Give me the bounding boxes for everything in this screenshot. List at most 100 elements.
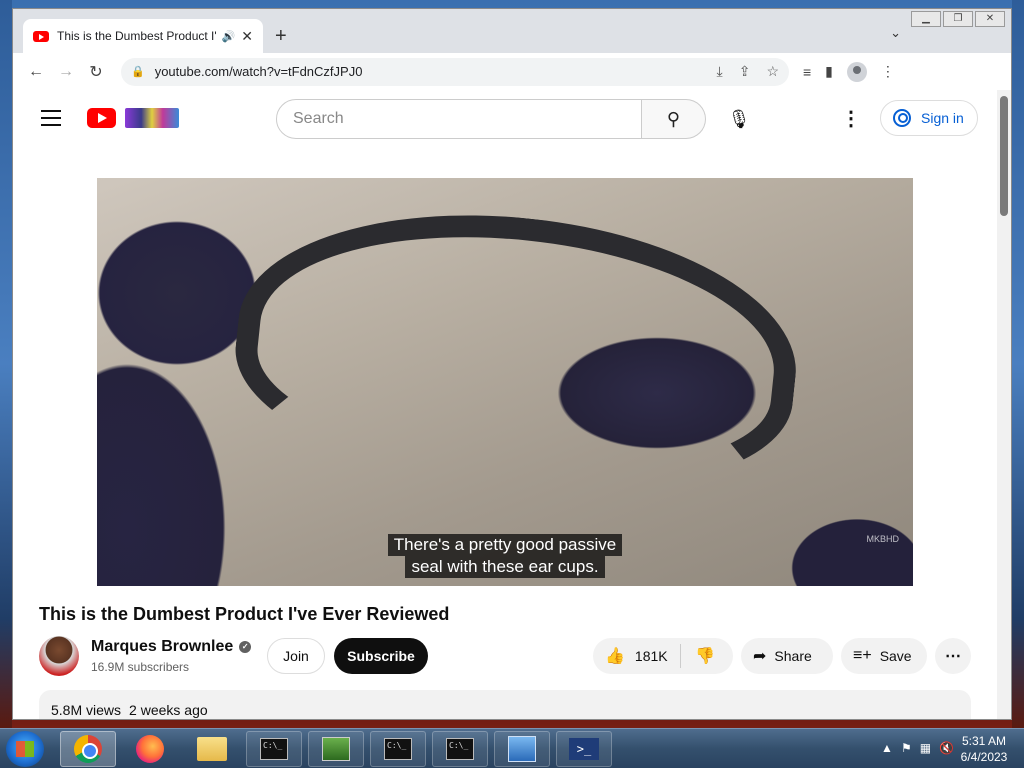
user-icon [893,109,911,127]
url-text[interactable]: youtube.com/watch?v=tFdnCzfJPJ0 [155,64,717,79]
save-icon: ≡+ [853,647,872,664]
install-icon[interactable]: ⤓ [717,63,723,80]
taskbar-powershell[interactable]: >_ [556,731,612,767]
audio-icon[interactable]: 🔊 [222,30,236,43]
clock[interactable]: 5:31 AM 6/4/2023 [954,733,1014,765]
firefox-icon [136,735,164,763]
caption-line-2: seal with these ear cups. [405,556,605,578]
maximize-button[interactable]: ❐ [943,11,973,27]
control-panel-icon [508,736,536,762]
desktop-background-right [1012,0,1024,728]
join-button[interactable]: Join [267,638,325,674]
video-player[interactable]: There's a pretty good passive seal with … [97,178,913,586]
like-button[interactable]: 👍 181K [593,644,681,668]
page-scrollbar[interactable] [997,90,1011,719]
share-arrow-icon: ➦ [753,648,767,665]
browser-tab-active[interactable]: This is the Dumbest Product I've Ever Re… [23,19,263,53]
media-icon[interactable]: ≡ [803,64,811,80]
avatar[interactable] [39,636,79,676]
back-icon[interactable]: ← [21,63,51,81]
address-bar[interactable]: 🔒 youtube.com/watch?v=tFdnCzfJPJ0 ⤓ ⇪ ☆ [121,57,789,86]
lock-icon[interactable]: 🔒 [131,65,145,78]
share-icon[interactable]: ⇪ [739,63,751,80]
share-label: Share [774,648,812,664]
subscribe-button[interactable]: Subscribe [334,638,428,674]
like-count: 181K [634,648,668,664]
hamburger-icon[interactable] [41,110,61,131]
upload-date: 2 weeks ago [129,702,208,718]
window-controls: ▁ ❐ ✕ [911,11,1005,27]
forward-icon[interactable]: → [51,63,81,81]
folder-icon [197,737,227,761]
taskbar-cmd-1[interactable]: C:\_ [246,731,302,767]
clock-date: 6/4/2023 [960,750,1008,764]
desktop-background-left [0,0,12,728]
powershell-icon: >_ [569,738,599,760]
reload-icon[interactable]: ↻ [81,62,111,82]
cmd-icon: C:\_ [384,738,412,760]
new-tab-button[interactable]: + [275,25,287,48]
settings-kebab-icon[interactable]: ⋮ [839,99,863,139]
network-icon[interactable]: ▦ [920,741,931,755]
taskbar: C:\_ C:\_ C:\_ >_ ▲ ⚑ ▦ 🔇 5:31 AM 6/4/20… [0,728,1024,768]
start-orb-icon[interactable] [6,731,44,767]
video-watermark: MKBHD [866,534,899,544]
video-caption: There's a pretty good passive seal with … [97,534,913,578]
channel-name-row: Marques Brownlee ✓ [91,638,252,656]
taskbar-explorer[interactable] [184,731,240,767]
youtube-header: Search ⚲ 🎙 ⋮ Sign in [13,90,999,146]
sidepanel-icon[interactable]: ▮ [825,63,833,80]
volume-icon[interactable]: 🔇 [939,741,954,755]
cmd-icon: C:\_ [260,738,288,760]
browser-window: This is the Dumbest Product I've Ever Re… [12,8,1012,720]
like-icon: 👍 [605,648,625,665]
taskbar-control-panel[interactable] [494,731,550,767]
save-label: Save [879,648,912,664]
share-button[interactable]: ➦ Share [741,638,833,674]
scrollbar-thumb[interactable] [1000,96,1008,216]
save-button[interactable]: ≡+ Save [841,638,927,674]
tab-close-icon[interactable]: ✕ [241,28,253,45]
like-dislike-group: 👍 181K 👎 [593,638,733,674]
caption-line-1: There's a pretty good passive [387,534,623,556]
description-box[interactable]: 5.8M views 2 weeks ago [39,690,971,719]
verified-icon: ✓ [239,640,252,653]
clock-time: 5:31 AM [961,734,1007,748]
cmd-icon: C:\_ [446,738,474,760]
sign-in-label: Sign in [921,110,964,126]
browser-titlebar: This is the Dumbest Product I've Ever Re… [13,9,1011,53]
headphone-band [224,189,810,507]
channel-name[interactable]: Marques Brownlee [91,638,233,655]
youtube-favicon [33,30,49,42]
tray-expand-icon[interactable]: ▲ [881,741,893,755]
taskbar-cmd-3[interactable]: C:\_ [432,731,488,767]
browser-toolbar: ← → ↻ 🔒 youtube.com/watch?v=tFdnCzfJPJ0 … [13,53,1011,90]
search-icon[interactable]: ⚲ [642,99,706,139]
dislike-icon[interactable]: 👎 [681,646,715,666]
mic-icon[interactable]: 🎙 [719,99,759,139]
profile-icon[interactable] [846,61,867,82]
kebab-icon[interactable]: ⋮ [881,63,895,80]
video-title: This is the Dumbest Product I've Ever Re… [39,604,450,624]
app-icon [322,737,350,761]
action-center-icon[interactable]: ⚑ [901,741,912,755]
tab-title: This is the Dumbest Product I've Ever Re… [57,29,216,43]
youtube-page: Search ⚲ 🎙 ⋮ Sign in There's a pretty go… [13,90,999,719]
sign-in-button[interactable]: Sign in [880,100,978,136]
youtube-logo[interactable] [87,108,116,128]
view-count: 5.8M views [51,702,122,718]
minimize-button[interactable]: ▁ [911,11,941,27]
tab-search-chevron-icon[interactable]: ⌄ [890,25,901,41]
search-input[interactable]: Search [276,99,642,139]
subscriber-count: 16.9M subscribers [91,660,190,674]
chrome-icon [74,735,102,763]
taskbar-cmd-2[interactable]: C:\_ [370,731,426,767]
youtube-doodle[interactable] [125,108,179,128]
close-window-button[interactable]: ✕ [975,11,1005,27]
more-icon[interactable]: ⋯ [935,638,971,674]
taskbar-app[interactable] [308,731,364,767]
star-icon[interactable]: ☆ [766,63,779,80]
system-tray: ▲ ⚑ ▦ 🔇 [881,741,954,755]
taskbar-firefox[interactable] [122,731,178,767]
taskbar-chrome[interactable] [60,731,116,767]
